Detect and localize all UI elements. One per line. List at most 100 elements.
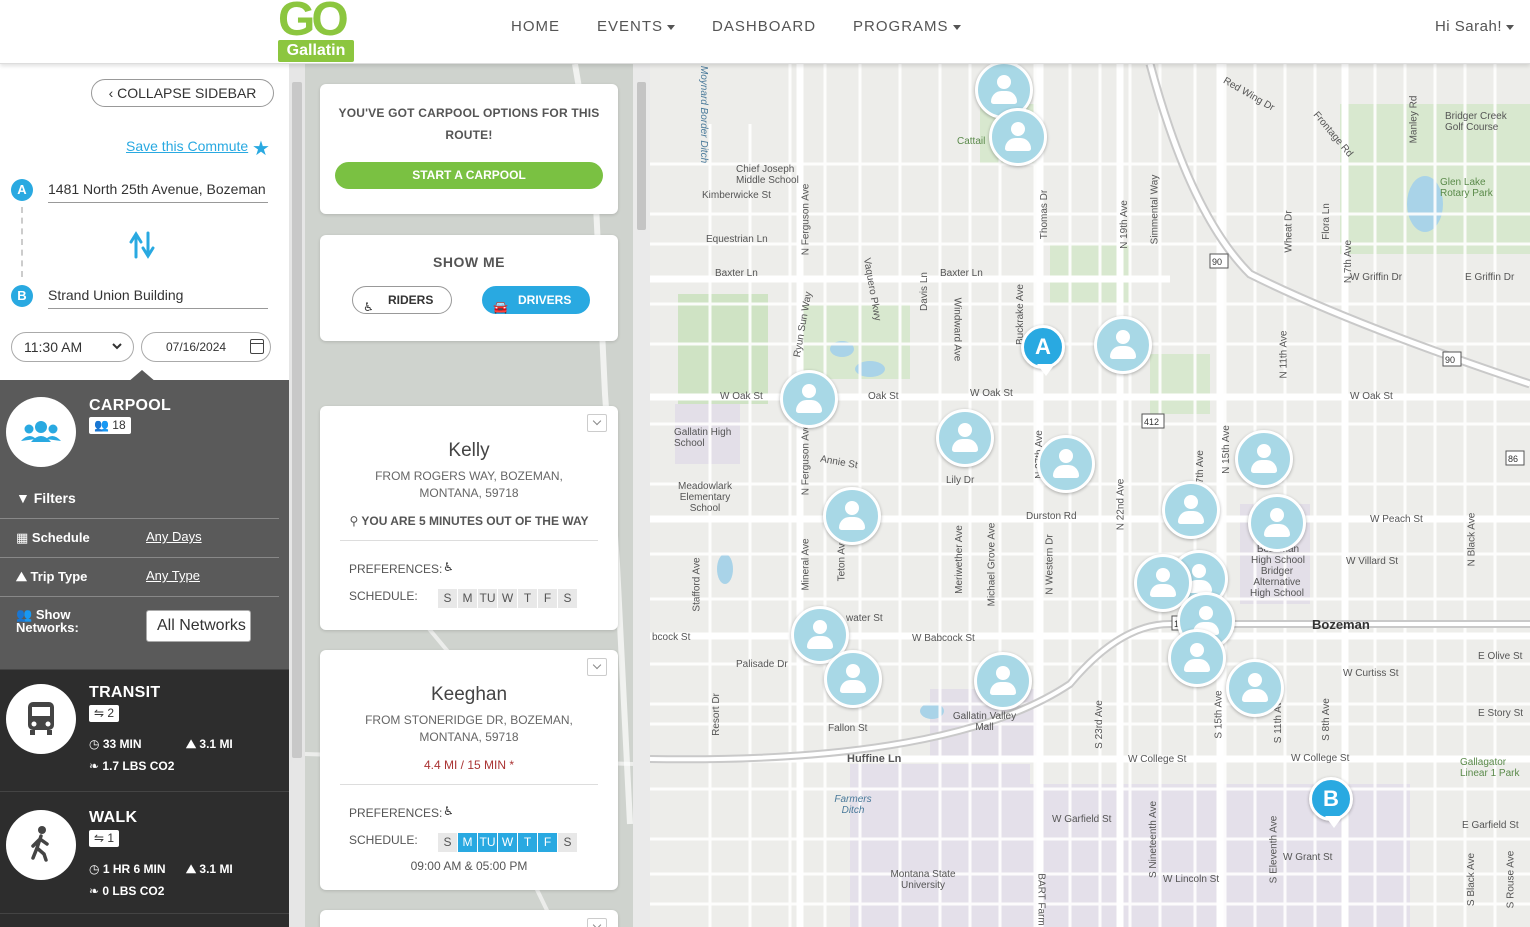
- results-scroll-thumb[interactable]: [637, 82, 646, 230]
- map-label: Meadowlark Elementary School: [678, 481, 732, 514]
- carpool-options-card: YOU'VE GOT CARPOOL OPTIONS FOR THIS ROUT…: [320, 84, 618, 214]
- walk-count-badge: ⇋ 1: [89, 830, 120, 847]
- destination-input[interactable]: [48, 281, 268, 309]
- destination-map-pin[interactable]: B: [1309, 777, 1353, 828]
- networks-select[interactable]: All Networks: [146, 610, 251, 642]
- driver-marker[interactable]: [989, 108, 1047, 166]
- save-commute-link[interactable]: Save this Commute: [126, 138, 248, 154]
- carpool-count: 18: [112, 418, 126, 432]
- nav-events[interactable]: EVENTS: [597, 18, 676, 35]
- schedule-day: F: [538, 589, 557, 608]
- map-label: N Ferguson Ave: [800, 183, 812, 256]
- route-icon: ⇋: [94, 706, 108, 720]
- users-icon: 👥: [94, 418, 113, 432]
- user-menu[interactable]: Hi Sarah!: [1435, 18, 1514, 35]
- driver-origin: FROM ROGERS WAY, BOZEMAN, MONTANA, 59718: [375, 469, 563, 500]
- driver-marker[interactable]: [1162, 481, 1220, 539]
- map-base-layer: 90 90 412 191 86: [650, 64, 1530, 927]
- leaf-icon: ❧: [89, 759, 103, 773]
- results-scrollbar[interactable]: [633, 64, 650, 927]
- chevron-down-icon[interactable]: [587, 918, 607, 927]
- detour-note: ⚲ YOU ARE 5 MINUTES OUT OF THE WAY: [320, 514, 618, 528]
- map-label: E Griffin Dr: [1465, 272, 1515, 283]
- map-label: S Eleventh Ave: [1268, 815, 1280, 884]
- map-label: E Story St: [1478, 708, 1524, 719]
- riders-toggle[interactable]: ♿ RIDERS: [352, 286, 452, 314]
- map-label: W Griffin Dr: [1350, 272, 1403, 283]
- driver-card[interactable]: Kelly FROM ROGERS WAY, BOZEMAN, MONTANA,…: [320, 406, 618, 630]
- calendar-icon: [250, 339, 264, 354]
- trip-type-filter-value[interactable]: Any Type: [146, 568, 200, 583]
- next-mode-row[interactable]: [0, 913, 289, 927]
- carpool-options-text: YOU'VE GOT CARPOOL OPTIONS FOR THIS ROUT…: [338, 106, 600, 142]
- map-label: Wheat Dr: [1283, 210, 1295, 253]
- origin-input[interactable]: [48, 175, 268, 203]
- start-carpool-button[interactable]: START A CARPOOL: [335, 162, 603, 189]
- origin-map-pin[interactable]: A: [1021, 325, 1065, 376]
- star-icon[interactable]: ★: [252, 136, 270, 161]
- map-label: Mineral Ave: [800, 538, 812, 591]
- drivers-toggle[interactable]: 🚘 DRIVERS: [482, 286, 590, 314]
- departure-time-select[interactable]: 11:30 AM: [11, 332, 134, 362]
- users-group-icon: [21, 421, 61, 442]
- map-label: Windward Ave: [951, 297, 963, 362]
- transit-icon-circle: [6, 684, 76, 754]
- car-icon: 🚘: [493, 300, 508, 314]
- filter-trip-type-row: ⛰ Trip Type Any Type: [0, 557, 279, 596]
- driver-card[interactable]: Keeghan FROM STONERIDGE DR, BOZEMAN, MON…: [320, 650, 618, 890]
- walk-distance: ⛰ 3.1 MI: [186, 862, 233, 877]
- map-label: Glen Lake Rotary Park: [1440, 177, 1493, 199]
- collapse-sidebar-button[interactable]: ‹ COLLAPSE SIDEBAR: [91, 79, 274, 107]
- drivers-toggle-label: DRIVERS: [518, 293, 572, 307]
- route-map[interactable]: 90 90 412 191 86 Cattail Red Wing Dr Fro…: [650, 64, 1530, 927]
- departure-date-input[interactable]: 07/16/2024: [141, 332, 271, 362]
- show-me-card: SHOW ME ♿ RIDERS 🚘 DRIVERS: [320, 235, 618, 341]
- map-label: E Olive St: [1478, 651, 1523, 662]
- sidebar-scrollbar[interactable]: [289, 64, 305, 927]
- nav-programs[interactable]: PROGRAMS: [853, 18, 961, 35]
- logo-text: Gallatin: [278, 40, 354, 62]
- user-greeting: Hi Sarah!: [1434, 18, 1502, 35]
- map-label: Michael Grove Ave: [986, 522, 998, 607]
- clock-icon: ◷: [89, 737, 103, 751]
- walk-count: 1: [107, 831, 115, 845]
- schedule-day: F: [538, 833, 557, 852]
- schedule-day: T: [518, 833, 537, 852]
- schedule-day: W: [498, 589, 517, 608]
- driver-marker[interactable]: [1226, 659, 1284, 717]
- map-label: Meriwether Ave: [953, 525, 965, 594]
- chevron-down-icon[interactable]: [587, 658, 607, 676]
- map-label: N 15th Ave: [1220, 425, 1232, 474]
- sidebar-scroll-thumb[interactable]: [292, 82, 302, 758]
- chevron-down-icon[interactable]: [587, 414, 607, 432]
- schedule-filter-value[interactable]: Any Days: [146, 529, 202, 544]
- card-divider: [340, 540, 598, 541]
- driver-marker[interactable]: [936, 409, 994, 467]
- carpool-title: CARPOOL: [89, 397, 172, 414]
- driver-marker[interactable]: [974, 652, 1032, 710]
- swap-direction-icon[interactable]: [129, 230, 155, 260]
- driver-marker[interactable]: [1235, 430, 1293, 488]
- nav-dashboard[interactable]: DASHBOARD: [712, 18, 816, 35]
- driver-marker[interactable]: [824, 650, 882, 708]
- leaf-icon: ❧: [89, 884, 103, 898]
- schedule-day: W: [498, 833, 517, 852]
- driver-marker[interactable]: [823, 487, 881, 545]
- map-label: Baxter Ln: [715, 268, 758, 279]
- driver-card[interactable]: [320, 910, 618, 927]
- transit-co2-value: 1.7 LBS CO2: [102, 759, 175, 773]
- walking-person-icon: [31, 826, 49, 862]
- driver-marker[interactable]: [1168, 629, 1226, 687]
- driver-marker[interactable]: [1248, 494, 1306, 552]
- nav-home[interactable]: HOME: [511, 18, 560, 35]
- origin-pin-icon: A: [11, 179, 33, 201]
- driver-marker[interactable]: [1037, 435, 1095, 493]
- driver-marker[interactable]: [1094, 316, 1152, 374]
- map-label: Huffine Ln: [847, 753, 902, 765]
- transit-co2: ❧ 1.7 LBS CO2: [89, 759, 174, 773]
- driver-marker[interactable]: [780, 370, 838, 428]
- map-label: Flora Ln: [1320, 203, 1332, 240]
- transit-title: TRANSIT: [89, 684, 161, 701]
- schedule-day: TU: [478, 833, 497, 852]
- go-gallatin-logo[interactable]: GO Gallatin: [276, 0, 356, 62]
